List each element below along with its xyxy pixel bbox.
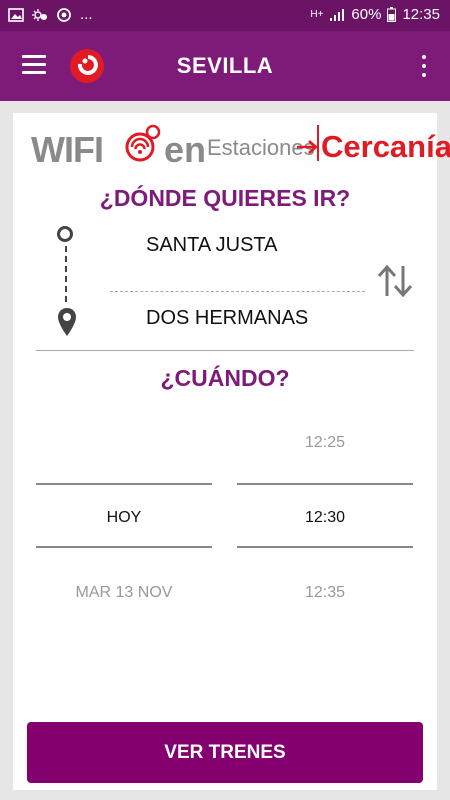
banner-cercanias-text: Cercanías <box>321 129 450 164</box>
time-option-prev[interactable]: 12:25 <box>237 434 413 452</box>
date-option-selected[interactable]: HOY <box>36 509 212 527</box>
data-saver-icon <box>57 7 71 22</box>
page-title: SEVILLA <box>176 53 274 78</box>
time-option-selected[interactable]: 12:30 <box>237 509 413 527</box>
origin-marker-icon <box>57 226 73 242</box>
when-heading: ¿CUÁNDO? <box>160 365 290 391</box>
network-type: H+ <box>310 8 324 20</box>
banner-divider <box>317 125 319 161</box>
time-picker-top-line <box>237 483 413 485</box>
app-bar: SEVILLA <box>0 31 450 101</box>
signal-icon <box>330 8 345 21</box>
section-divider <box>36 350 414 351</box>
battery-percent: 60% <box>351 6 382 23</box>
more-notifications: ... <box>80 6 93 23</box>
search-card: WIFI en Estaciones Cercanías ¿DÓNDE QUIE… <box>13 113 450 790</box>
status-bar: ... H+ 60% 12:35 <box>0 0 450 31</box>
banner-wifi-text: WIFI <box>31 129 104 170</box>
overflow-menu-icon[interactable] <box>420 53 428 79</box>
route-divider <box>110 291 365 292</box>
route-heading: ¿DÓNDE QUIERES IR? <box>99 185 351 211</box>
clock: 12:35 <box>402 6 440 23</box>
swap-stations-icon[interactable] <box>375 264 415 298</box>
weather-icon <box>32 8 47 21</box>
route-line <box>65 246 67 302</box>
date-picker-bottom-line <box>36 546 212 548</box>
wifi-icon <box>125 124 161 162</box>
image-icon <box>8 7 24 22</box>
destination-pin-icon <box>58 308 76 336</box>
battery-icon <box>387 7 397 22</box>
origin-field[interactable]: SANTA JUSTA <box>146 234 278 257</box>
date-picker-top-line <box>36 483 212 485</box>
date-option-next[interactable]: MAR 13 NOV <box>36 584 212 602</box>
see-trains-button[interactable]: VER TRENES <box>27 722 423 783</box>
wifi-banner[interactable]: WIFI en Estaciones Cercanías <box>31 121 450 170</box>
destination-field[interactable]: DOS HERMANAS <box>146 307 308 330</box>
time-option-next[interactable]: 12:35 <box>237 584 413 602</box>
banner-en-text: en <box>164 129 207 170</box>
time-picker-bottom-line <box>237 546 413 548</box>
